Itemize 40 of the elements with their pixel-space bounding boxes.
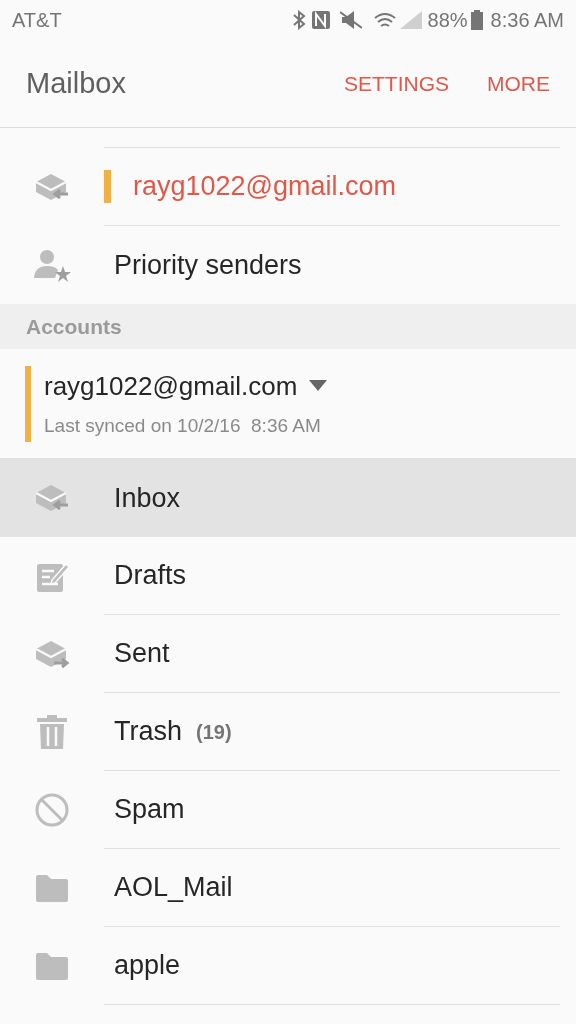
battery-percent: 88% [427,8,468,33]
folder-label: Drafts [114,559,186,593]
bluetooth-icon [291,9,306,31]
folder-label: Sent [114,637,170,671]
quick-list-item[interactable]: rayg1022@gmail.com [0,148,576,226]
folder-item[interactable]: Drafts [0,537,576,615]
nfc-icon [311,11,330,29]
folder-label: apple [114,949,181,983]
wifi-icon [373,12,396,28]
item-label: Priority senders [114,248,302,282]
folder-label: Spam [114,793,185,827]
mute-icon [339,11,362,29]
action-button[interactable]: MORE [487,67,550,100]
folder-item[interactable]: apple [0,927,576,1005]
quick-list-item[interactable]: Priority senders [0,226,576,304]
folder-label: Inbox [114,481,181,515]
item-label: rayg1022@gmail.com [133,170,397,204]
folder-item[interactable]: Sent [0,615,576,693]
account-selector[interactable]: rayg1022@gmail.com [44,366,328,406]
folder-icon [34,951,70,981]
folder-item[interactable]: AOL_Mail [0,849,576,927]
trash-icon [35,714,69,750]
sync-status: Last synced on 10/2/16 8:36 AM [44,413,322,438]
folder-item[interactable]: Trash (19) [0,693,576,771]
unread-count: (19) [196,719,232,745]
folder-label: Trash [114,715,182,749]
folder-label: AOL_Mail [114,871,233,905]
folder-item[interactable]: Spam [0,771,576,849]
action-button[interactable]: SETTINGS [344,67,449,100]
signal-icon [399,11,422,29]
clock-time: 8:36 AM [490,8,564,33]
battery-icon [470,10,483,30]
folder-icon [34,873,70,903]
section-header: Accounts [26,313,122,340]
person-star-icon [33,248,71,282]
folder-item[interactable]: Inbox [0,459,576,537]
dropdown-caret-icon [309,380,328,393]
carrier-name: AT&T [12,8,62,33]
screen-title: Mailbox [26,65,127,101]
blocked-icon [34,792,70,828]
